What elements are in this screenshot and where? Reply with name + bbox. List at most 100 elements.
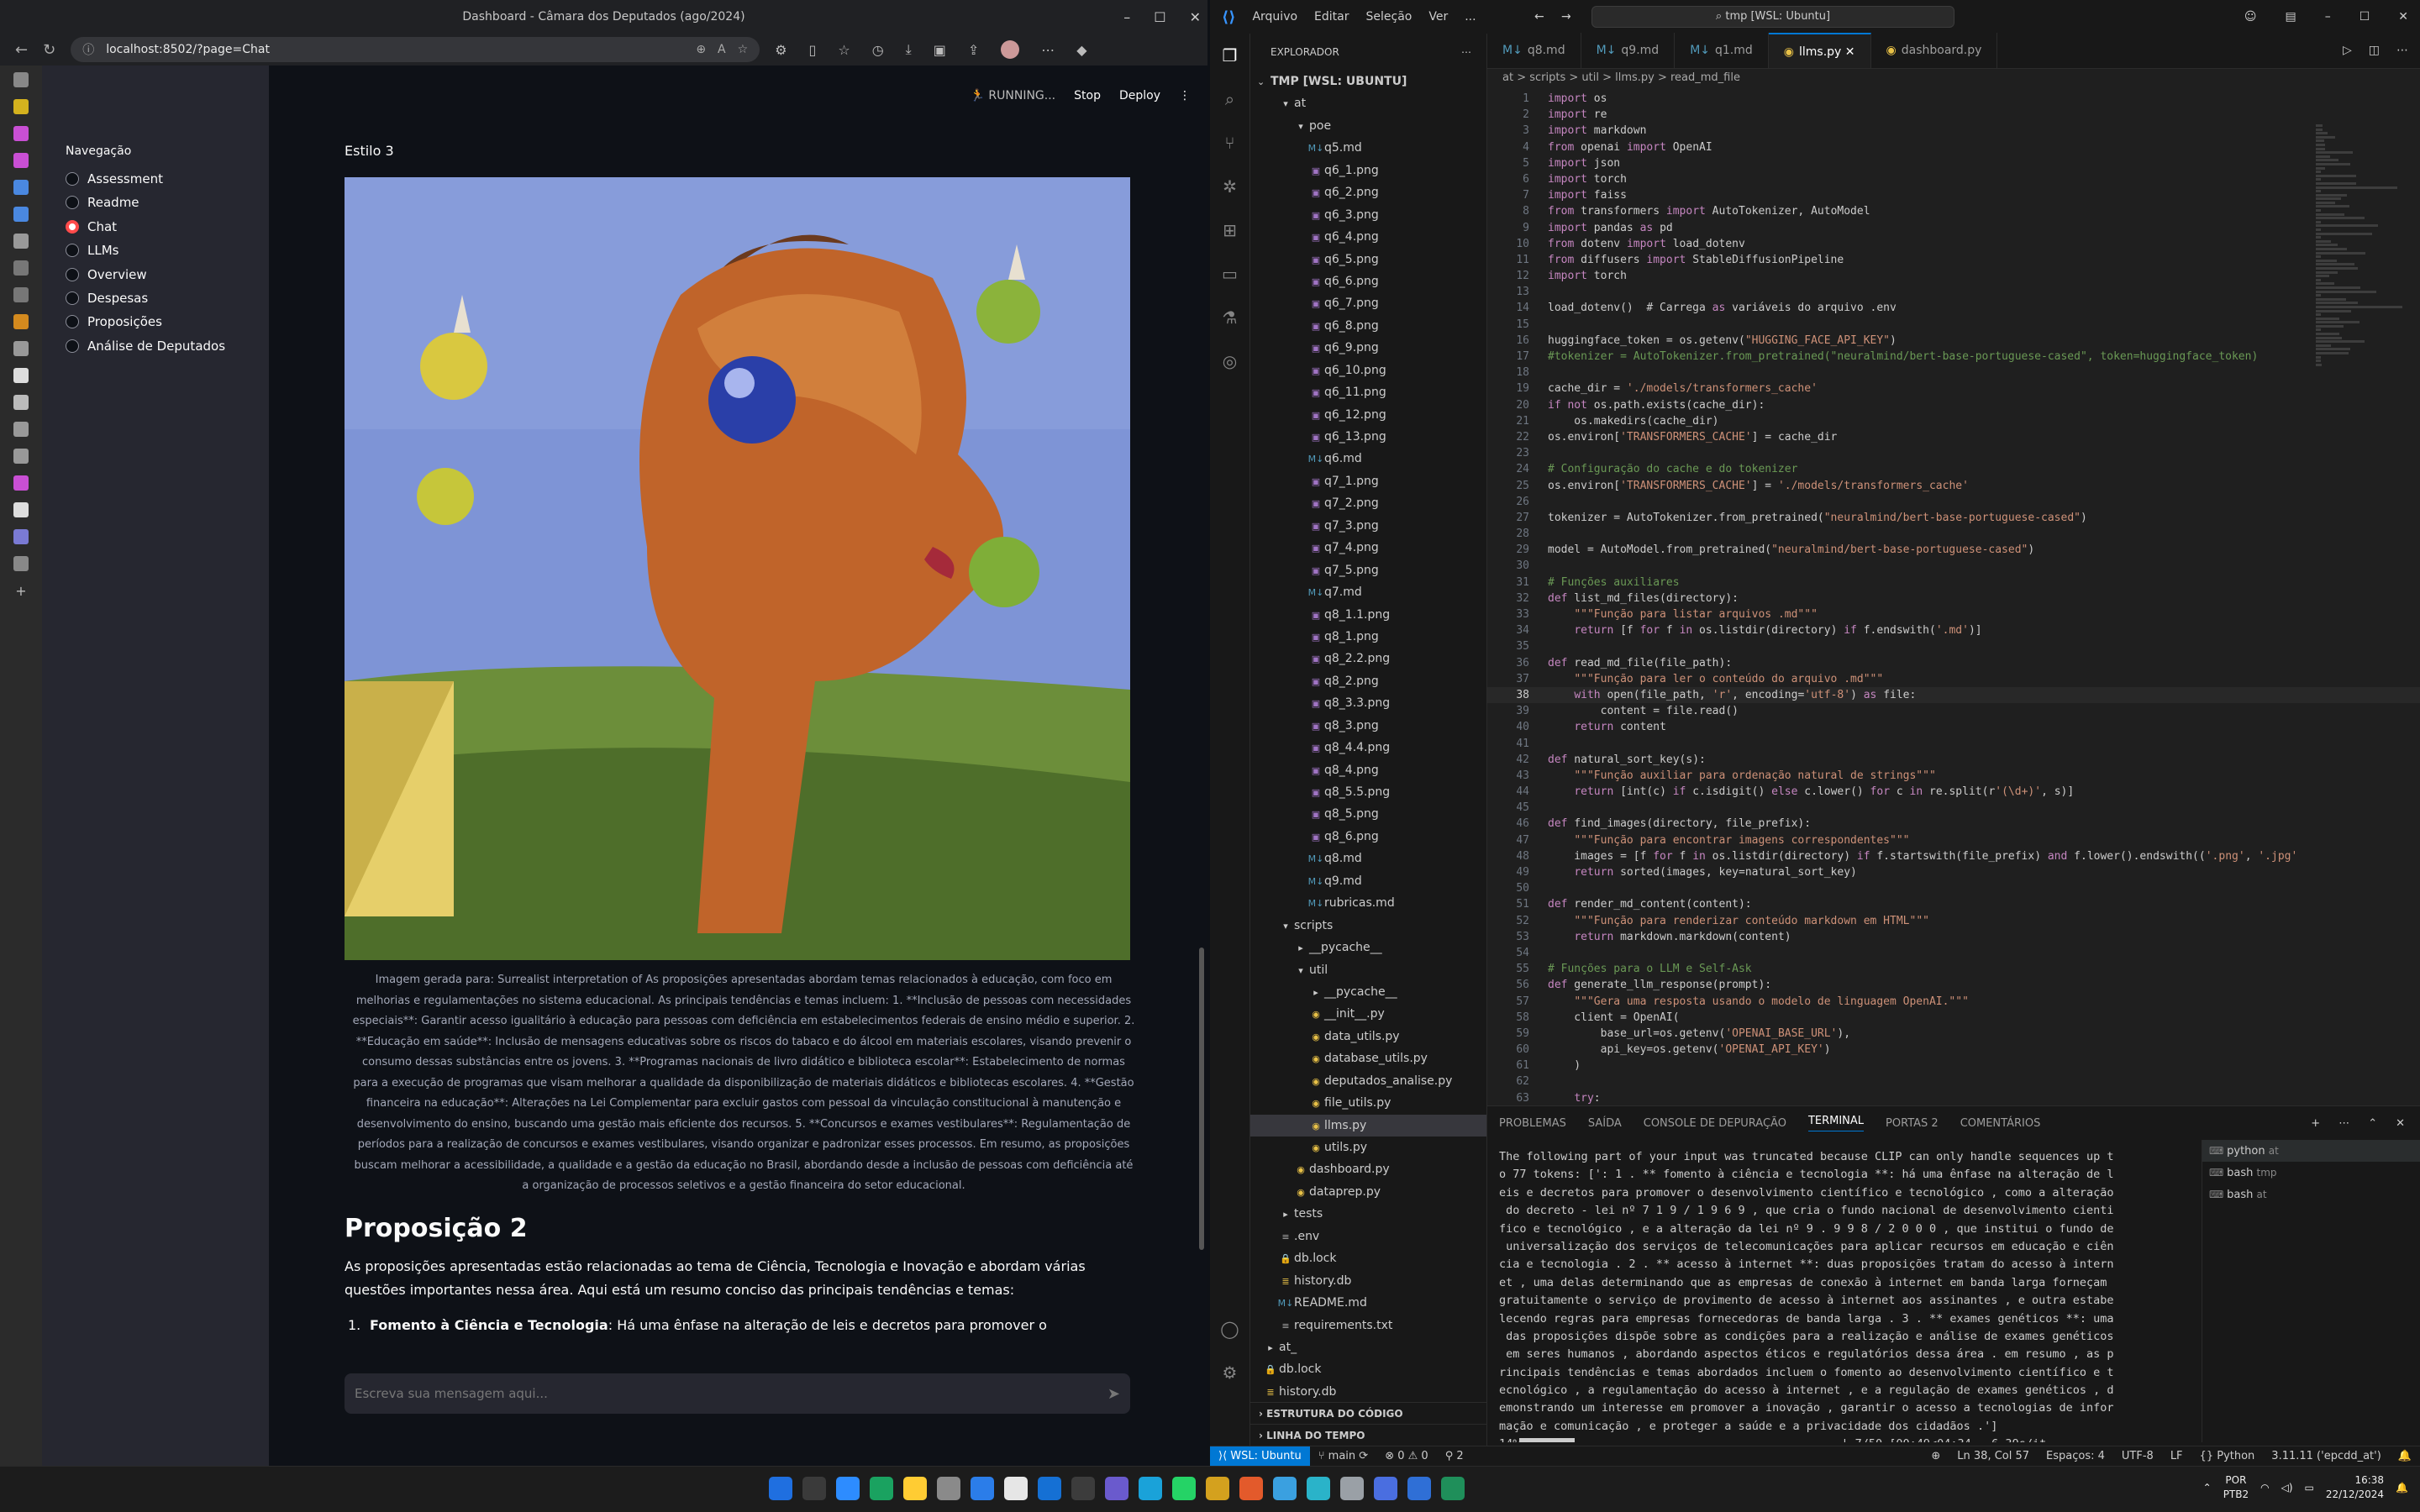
- indentation[interactable]: Espaços: 4: [2038, 1450, 2113, 1462]
- tree-item[interactable]: ▣ q8_2.png: [1250, 670, 1486, 692]
- manage-gear-icon[interactable]: ⚙: [1223, 1362, 1238, 1383]
- tree-item[interactable]: ▣ q8_5.5.png: [1250, 781, 1486, 803]
- close-icon[interactable]: ✕: [2398, 10, 2408, 24]
- nav-radio-an-lise-de-deputados[interactable]: Análise de Deputados: [66, 339, 225, 354]
- tree-item[interactable]: ▣ q6_2.png: [1250, 181, 1486, 203]
- sidebar-app-icon[interactable]: [13, 153, 29, 168]
- tree-item[interactable]: ▣ q6_6.png: [1250, 270, 1486, 292]
- code-line[interactable]: 61 ): [1487, 1058, 2420, 1074]
- menu-2[interactable]: Seleção: [1366, 10, 1413, 24]
- sidebar-app-icon[interactable]: [13, 207, 29, 222]
- cursor-position[interactable]: Ln 38, Col 57: [1949, 1450, 2038, 1462]
- nav-radio-overview[interactable]: Overview: [66, 267, 147, 282]
- taskbar-app-icon[interactable]: [1172, 1477, 1196, 1500]
- code-line[interactable]: 31 # Funções auxiliares: [1487, 575, 2420, 591]
- taskbar-app-icon[interactable]: [1038, 1477, 1061, 1500]
- tree-item[interactable]: ◉ utils.py: [1250, 1137, 1486, 1158]
- page-scrollbar[interactable]: [1199, 948, 1204, 1250]
- screenshot-icon[interactable]: ▣: [934, 42, 946, 58]
- tree-item[interactable]: ≣ history.db: [1250, 1381, 1486, 1403]
- radio-dot[interactable]: [66, 172, 79, 186]
- minimize-icon[interactable]: –: [2325, 10, 2331, 24]
- code-line[interactable]: 23: [1487, 445, 2420, 461]
- code-line[interactable]: 60 api_key=os.getenv('OPENAI_API_KEY'): [1487, 1042, 2420, 1058]
- code-line[interactable]: 10 from dotenv import load_dotenv: [1487, 236, 2420, 252]
- copilot-icon[interactable]: ◆: [1076, 42, 1086, 58]
- tab-close-icon[interactable]: ✕: [1841, 45, 1855, 59]
- terminal-output[interactable]: The following part of your input was tru…: [1499, 1148, 2188, 1442]
- new-terminal-icon[interactable]: +: [2311, 1117, 2320, 1130]
- sidebar-app-icon[interactable]: [13, 99, 29, 114]
- sidebar-app-icon[interactable]: [13, 180, 29, 195]
- code-editor[interactable]: 1 import os 2 import re 3 import markdown 4 fro…: [1487, 91, 2420, 1105]
- code-line[interactable]: 4 from openai import OpenAI: [1487, 139, 2420, 155]
- nav-radio-chat[interactable]: Chat: [66, 219, 117, 234]
- explorer-icon[interactable]: ❐: [1223, 45, 1238, 66]
- taskbar-app-icon[interactable]: [1307, 1477, 1330, 1500]
- sidebar-app-icon[interactable]: [13, 287, 29, 302]
- radio-dot[interactable]: [66, 219, 79, 234]
- terminal-instance[interactable]: ⌨ python at: [2202, 1140, 2420, 1162]
- code-line[interactable]: 34 return [f for f in os.listdir(directo…: [1487, 622, 2420, 638]
- code-line[interactable]: 35: [1487, 638, 2420, 654]
- code-line[interactable]: 8 from transformers import AutoTokenizer,…: [1487, 203, 2420, 219]
- code-line[interactable]: 41: [1487, 736, 2420, 752]
- chat-input[interactable]: Escreva sua mensagem aqui... ➤: [345, 1373, 1130, 1414]
- code-line[interactable]: 16 huggingface_token = os.getenv("HUGGING…: [1487, 333, 2420, 349]
- code-line[interactable]: 58 client = OpenAI(: [1487, 1010, 2420, 1026]
- code-line[interactable]: 17 #tokenizer = AutoTokenizer.from_pretra…: [1487, 349, 2420, 365]
- taskbar-app-icon[interactable]: [1340, 1477, 1364, 1500]
- code-line[interactable]: 42 def natural_sort_key(s):: [1487, 752, 2420, 768]
- menu-1[interactable]: Editar: [1314, 10, 1349, 24]
- reload-icon[interactable]: ↻: [43, 41, 55, 59]
- outline-section[interactable]: › ESTRUTURA DO CÓDIGO: [1250, 1402, 1486, 1424]
- problems-indicator[interactable]: ⊗ 0 ⚠ 0: [1376, 1450, 1437, 1462]
- tree-item[interactable]: ▣ q7_1.png: [1250, 470, 1486, 492]
- tree-item[interactable]: 🔒 db.lock: [1250, 1247, 1486, 1269]
- terminal-instance[interactable]: ⌨ bash at: [2202, 1184, 2420, 1205]
- radio-dot[interactable]: [66, 291, 79, 305]
- radio-dot[interactable]: [66, 339, 79, 353]
- radio-dot[interactable]: [66, 196, 79, 210]
- sidebar-app-icon[interactable]: [13, 72, 29, 87]
- ports-indicator[interactable]: ⚲ 2: [1437, 1450, 1472, 1462]
- code-line[interactable]: 28: [1487, 526, 2420, 542]
- nav-radio-proposi-es[interactable]: Proposições: [66, 314, 162, 329]
- radio-dot[interactable]: [66, 315, 79, 329]
- taskbar-app-icon[interactable]: [870, 1477, 893, 1500]
- battery-icon[interactable]: ▭: [2305, 1482, 2314, 1494]
- close-icon[interactable]: ✕: [1190, 9, 1201, 25]
- code-line[interactable]: 2 import re: [1487, 107, 2420, 123]
- editor-tab-q1-md[interactable]: M↓ q1.md: [1675, 33, 1769, 68]
- code-line[interactable]: 48 images = [f for f in os.listdir(direc…: [1487, 848, 2420, 864]
- taskbar-app-icon[interactable]: [1071, 1477, 1095, 1500]
- downloads-icon[interactable]: ⤓: [906, 41, 912, 58]
- tree-item[interactable]: ◉ deputados_analise.py: [1250, 1070, 1486, 1092]
- deploy-button[interactable]: Deploy: [1119, 89, 1160, 102]
- tree-item[interactable]: ▾ poe: [1250, 115, 1486, 137]
- code-line[interactable]: 63 try:: [1487, 1090, 2420, 1105]
- send-icon[interactable]: ➤: [1107, 1385, 1120, 1403]
- account-icon[interactable]: ◯: [1220, 1319, 1239, 1339]
- taskbar-app-icon[interactable]: [1273, 1477, 1297, 1500]
- tree-item[interactable]: ▣ q6_9.png: [1250, 337, 1486, 359]
- minimize-icon[interactable]: –: [1123, 9, 1130, 25]
- tree-item[interactable]: ▸ __pycache__: [1250, 981, 1486, 1003]
- tree-item[interactable]: ≡ .env: [1250, 1226, 1486, 1247]
- terminal-instance[interactable]: ⌨ bash tmp: [2202, 1162, 2420, 1184]
- nav-back-icon[interactable]: ←: [1534, 10, 1544, 24]
- panel-tab-3[interactable]: TERMINAL: [1807, 1115, 1865, 1131]
- tree-item[interactable]: 🔒 db.lock: [1250, 1358, 1486, 1380]
- sidebar-app-icon[interactable]: [13, 395, 29, 410]
- tree-item[interactable]: ▣ q7_2.png: [1250, 492, 1486, 514]
- timeline-section[interactable]: › LINHA DO TEMPO: [1250, 1424, 1486, 1446]
- editor-tab-dashboard-py[interactable]: ◉ dashboard.py: [1871, 33, 1998, 68]
- remote-explorer-icon[interactable]: ▭: [1222, 264, 1238, 284]
- tree-item[interactable]: ▣ q7_4.png: [1250, 537, 1486, 559]
- nav-radio-readme[interactable]: Readme: [66, 195, 139, 210]
- tree-item[interactable]: ▣ q6_13.png: [1250, 426, 1486, 448]
- command-center[interactable]: ⌕ tmp [WSL: Ubuntu]: [1591, 6, 1954, 28]
- code-line[interactable]: 7 import faiss: [1487, 187, 2420, 203]
- tree-item[interactable]: ▸ __pycache__: [1250, 937, 1486, 958]
- code-line[interactable]: 52 """Função para renderizar conteúdo ma…: [1487, 913, 2420, 929]
